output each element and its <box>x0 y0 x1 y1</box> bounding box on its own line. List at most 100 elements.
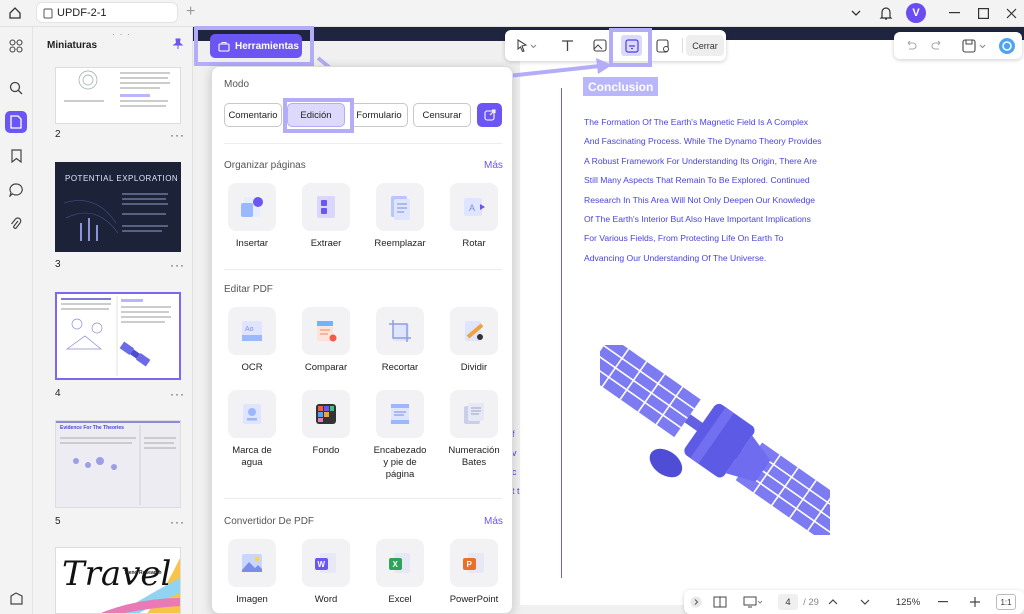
zoom-in-button[interactable] <box>968 594 982 610</box>
rail-bottom-button[interactable] <box>5 587 27 609</box>
chevron-right-icon <box>690 596 702 608</box>
tool-crop[interactable]: Recortar <box>370 307 430 374</box>
svg-text:P: P <box>467 560 473 569</box>
thumbnail-page[interactable]: Evidence For The Theories <box>55 420 181 508</box>
minus-icon <box>938 601 948 603</box>
page-layout-button[interactable] <box>712 594 728 610</box>
tool-image[interactable]: Imagen <box>222 539 282 606</box>
pin-button[interactable] <box>173 38 183 50</box>
maximize-button[interactable] <box>973 3 993 23</box>
tool-word[interactable]: W Word <box>296 539 356 606</box>
extract-icon <box>302 183 350 231</box>
zoom-level[interactable]: 125% <box>890 594 926 610</box>
rail-search-button[interactable] <box>5 77 27 99</box>
rail-organize-button[interactable] <box>5 35 27 57</box>
replace-icon <box>376 183 424 231</box>
rail-edit-button[interactable] <box>5 111 27 133</box>
pin-icon <box>173 38 183 49</box>
zoom-out-button[interactable] <box>936 594 950 610</box>
section-divider <box>224 269 502 270</box>
tool-watermark[interactable]: Marca de agua <box>222 390 282 469</box>
tool-split-label: Dividir <box>460 362 488 373</box>
document-tab[interactable]: UPDF-2-1 <box>36 2 178 23</box>
svg-text:X: X <box>393 560 399 569</box>
avatar[interactable]: V <box>906 3 926 23</box>
panel-grip[interactable]: · · · <box>112 29 131 39</box>
tool-extract[interactable]: Extraer <box>296 183 356 250</box>
mode-expand-button[interactable] <box>477 103 502 127</box>
collapse-button[interactable] <box>688 594 704 610</box>
rail-attachments-button[interactable] <box>5 213 27 235</box>
tool-excel[interactable]: X Excel <box>370 539 430 606</box>
paperclip-icon <box>11 216 22 229</box>
tool-background-label: Fondo <box>312 445 340 456</box>
section-divider <box>224 498 502 499</box>
page-preview <box>56 421 180 505</box>
rail-bookmark-button[interactable] <box>5 145 27 167</box>
tool-replace[interactable]: Reemplazar <box>370 183 430 250</box>
tool-extract-label: Extraer <box>310 238 342 249</box>
thumbnail-more-button[interactable]: ··· <box>170 515 185 529</box>
crop-icon <box>376 307 424 355</box>
ai-assistant-button[interactable] <box>996 35 1017 56</box>
tool-compare[interactable]: Comparar <box>296 307 356 374</box>
thumbnail-more-button[interactable]: ··· <box>170 258 185 272</box>
save-button[interactable] <box>958 35 992 56</box>
minimize-button[interactable] <box>944 3 964 23</box>
tabs-dropdown-button[interactable] <box>846 3 866 23</box>
thumbnail-page[interactable]: POTENTIAL EXPLORATION <box>55 162 181 252</box>
document-paragraph[interactable]: The Formation Of The Earth's Magnetic Fi… <box>584 113 824 268</box>
chevron-up-icon <box>828 599 838 605</box>
convert-section-title: Convertidor De PDF <box>224 516 315 527</box>
redo-button[interactable] <box>926 35 947 56</box>
tool-rotate[interactable]: A Rotar <box>444 183 504 250</box>
thumbnail-page[interactable] <box>55 292 181 380</box>
thumbnail-page[interactable] <box>55 67 181 124</box>
watermark-icon <box>228 390 276 438</box>
undo-button[interactable] <box>900 35 921 56</box>
convert-more-link[interactable]: Más <box>484 516 503 527</box>
previous-page-button[interactable] <box>826 594 840 610</box>
mode-formulario-button[interactable]: Formulario <box>350 103 408 127</box>
mode-comentario-button[interactable]: Comentario <box>224 103 282 127</box>
tool-header-footer[interactable]: Encabezado y pie de página <box>370 390 430 481</box>
page-preview <box>64 70 170 107</box>
tool-insert[interactable]: Insertar <box>222 183 282 250</box>
new-tab-button[interactable]: + <box>186 3 200 21</box>
tool-background[interactable]: Fondo <box>296 390 356 457</box>
thumbnail-page[interactable]: Travel Trend Research <box>55 547 181 614</box>
tool-watermark-label: Marca de agua <box>232 445 272 468</box>
home-button[interactable] <box>6 4 24 22</box>
tool-powerpoint[interactable]: P PowerPoint <box>444 539 504 606</box>
tool-bates[interactable]: Numeración Bates <box>444 390 504 469</box>
image-icon <box>228 539 276 587</box>
watermark-tool-button[interactable] <box>652 35 673 56</box>
tool-crop-label: Recortar <box>381 362 419 373</box>
thumbnail-more-button[interactable]: ··· <box>170 387 185 401</box>
powerpoint-icon: P <box>450 539 498 587</box>
bookmark-icon <box>10 149 22 163</box>
next-page-button[interactable] <box>858 594 872 610</box>
presentation-button[interactable] <box>742 594 764 610</box>
tools-dropdown: Modo Comentario Edición Formulario Censu… <box>211 66 513 614</box>
title-bar: UPDF-2-1 + V <box>0 0 1024 27</box>
excel-icon: X <box>376 539 424 587</box>
actual-size-button[interactable]: 1:1 <box>996 594 1016 610</box>
rail-comments-button[interactable] <box>5 179 27 201</box>
thumbnail-page-number: 4 <box>55 388 61 399</box>
ai-icon <box>998 37 1015 54</box>
highlight-box-herramientas <box>194 26 314 66</box>
thumbnail-heading: POTENTIAL EXPLORATION <box>65 174 179 183</box>
document-edge-text: f v c t t <box>512 429 520 496</box>
close-window-button[interactable] <box>1001 3 1021 23</box>
tool-split[interactable]: Dividir <box>444 307 504 374</box>
close-icon <box>1006 8 1016 18</box>
notifications-button[interactable] <box>876 3 896 23</box>
current-page-input[interactable]: 4 <box>778 594 798 610</box>
thumbnail-more-button[interactable]: ··· <box>170 128 185 142</box>
tool-ocr[interactable]: Ao OCR <box>222 307 282 374</box>
close-edit-button[interactable]: Cerrar <box>686 35 724 56</box>
organize-more-link[interactable]: Más <box>484 160 503 171</box>
mode-censurar-button[interactable]: Censurar <box>413 103 471 127</box>
word-icon: W <box>302 539 350 587</box>
